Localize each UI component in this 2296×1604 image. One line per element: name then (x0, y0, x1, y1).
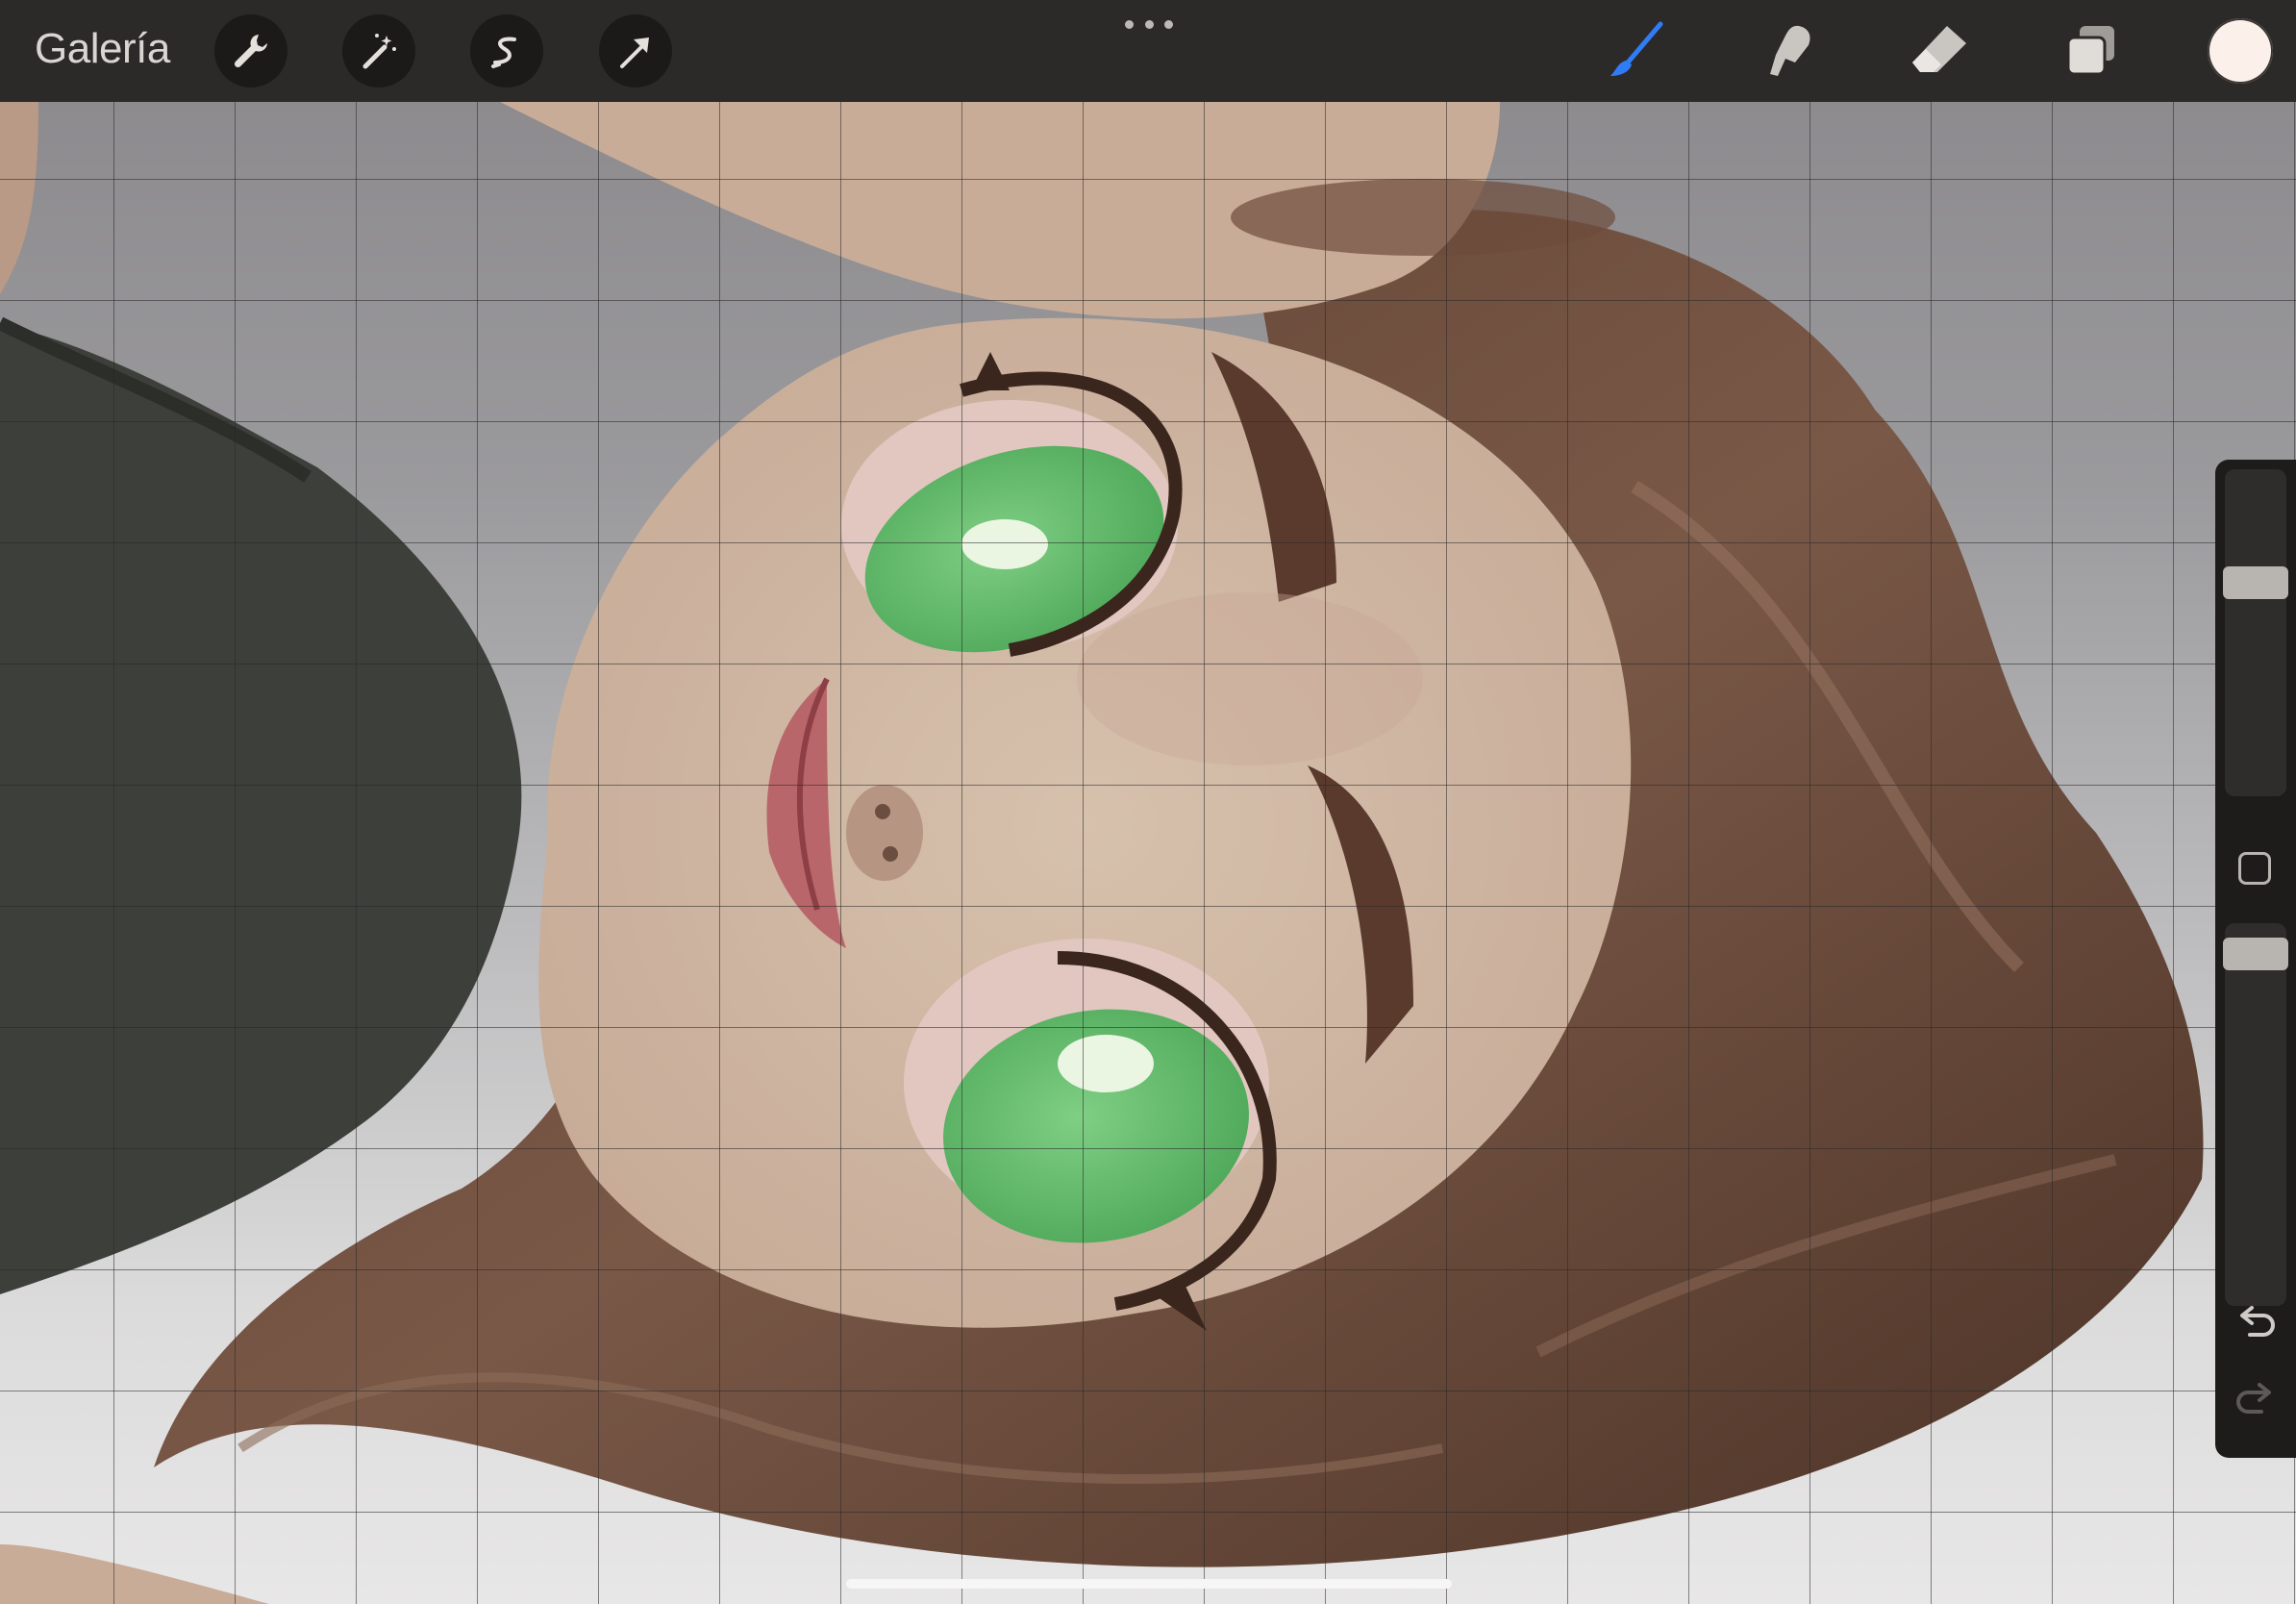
brush-size-knob[interactable] (2223, 566, 2288, 599)
adjustments-button[interactable] (342, 14, 415, 88)
undo-arrow-icon (2244, 1314, 2275, 1337)
artwork-illustration (0, 102, 2204, 1604)
more-options-button[interactable] (1125, 10, 1173, 38)
layers-tool-button[interactable] (2058, 17, 2125, 85)
eraser-tool-button[interactable] (1906, 17, 1973, 85)
side-toolbar (2215, 460, 2296, 1458)
brush-tool-button[interactable] (1602, 17, 1669, 85)
redo-button[interactable] (2233, 1381, 2279, 1423)
top-toolbar: Galería (0, 0, 2296, 102)
brush-icon (1610, 21, 1663, 76)
redo-arrow-icon (2236, 1391, 2267, 1414)
wrench-icon (234, 35, 267, 68)
modify-button[interactable] (2238, 852, 2271, 885)
selection-button[interactable] (470, 14, 543, 88)
ellipsis-icon (1125, 19, 1134, 29)
color-picker-button[interactable] (2208, 18, 2273, 84)
opacity-knob[interactable] (2223, 938, 2288, 970)
undo-button[interactable] (2233, 1304, 2279, 1346)
selection-s-icon (491, 37, 516, 68)
home-indicator[interactable] (846, 1579, 1452, 1589)
opacity-slider[interactable] (2223, 923, 2288, 1306)
smudge-tool-button[interactable] (1754, 17, 1821, 85)
drawing-canvas[interactable] (0, 102, 2296, 1604)
arrow-cursor-icon (620, 38, 649, 68)
magic-wand-icon (362, 34, 396, 69)
brush-size-slider[interactable] (2223, 469, 2288, 796)
transform-button[interactable] (599, 14, 672, 88)
gallery-button[interactable]: Galería (35, 25, 170, 73)
actions-button[interactable] (214, 14, 287, 88)
layers-icon (2066, 26, 2114, 76)
smudge-finger-icon (1770, 25, 1810, 77)
eraser-icon (1912, 26, 1966, 72)
